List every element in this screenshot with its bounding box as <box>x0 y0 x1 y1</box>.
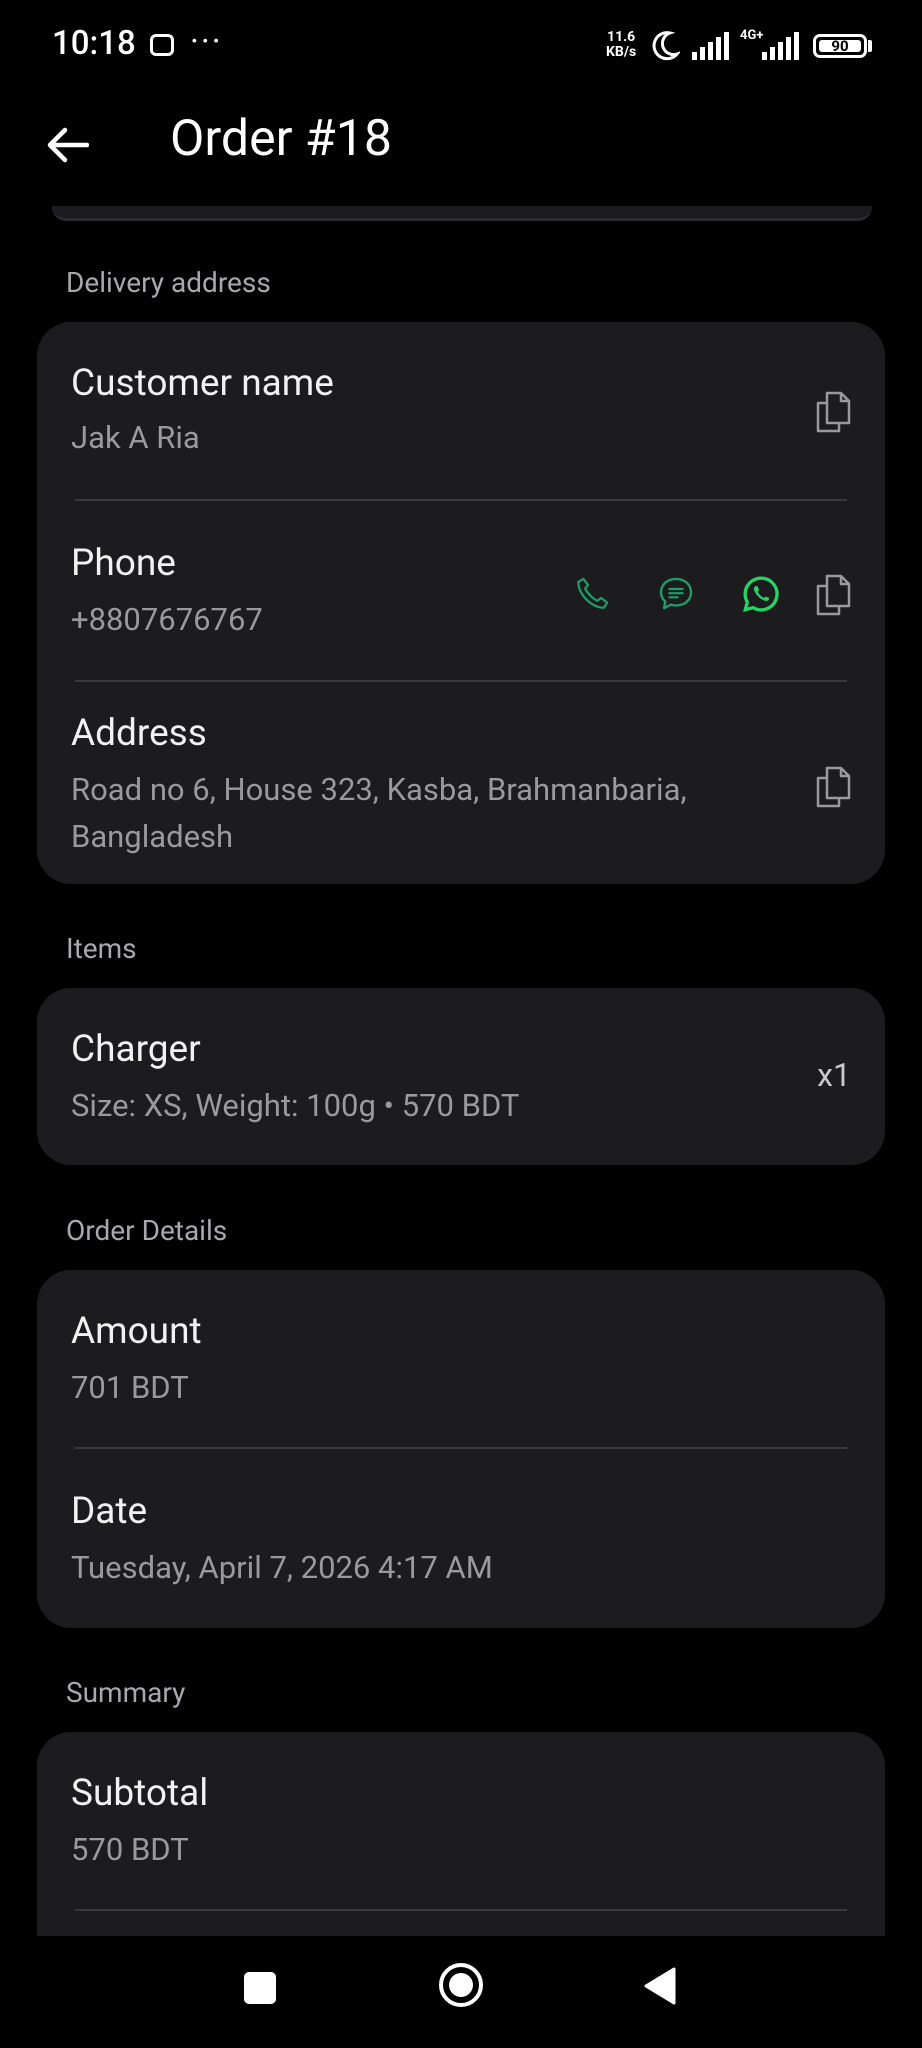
network-speed: 11.6 KB/s <box>606 30 636 60</box>
network-speed-unit: KB/s <box>606 44 637 60</box>
sms-button[interactable] <box>648 566 704 622</box>
item-name: Charger <box>71 1028 201 1071</box>
customer-name-value: Jak A Ria <box>71 419 200 456</box>
date-label: Date <box>71 1490 148 1533</box>
arrow-left-icon <box>47 127 89 163</box>
copy-icon <box>816 766 851 808</box>
back-button[interactable] <box>36 114 98 176</box>
order-details-card: Amount 701 BDT Date Tuesday, April 7, 20… <box>37 1270 885 1628</box>
copy-icon <box>816 574 851 616</box>
whatsapp-button[interactable] <box>733 566 789 622</box>
battery-tip <box>868 40 872 52</box>
signal-strength-icon <box>692 32 729 60</box>
address-label: Address <box>71 712 207 755</box>
more-notifications-icon: ··· <box>190 22 223 62</box>
customer-name-label: Customer name <box>71 362 334 405</box>
do-not-disturb-moon-icon <box>652 31 680 61</box>
item-details: Size: XS, Weight: 100g • 570 BDT <box>71 1087 520 1124</box>
page-title: Order #18 <box>170 110 392 168</box>
recent-apps-button[interactable] <box>230 1958 290 2018</box>
phone-icon <box>577 577 609 609</box>
battery-icon: 90 <box>813 34 867 58</box>
phone-value: +8807676767 <box>71 601 263 638</box>
back-nav-button[interactable] <box>630 1956 690 2016</box>
copy-address-button[interactable] <box>811 758 855 814</box>
amount-label: Amount <box>71 1310 202 1353</box>
network-type: 4G+ <box>740 28 764 43</box>
items-card: Charger Size: XS, Weight: 100g • 570 BDT… <box>37 988 885 1165</box>
divider <box>75 499 847 501</box>
signal-strength-2-icon <box>762 32 799 60</box>
subtotal-value: 570 BDT <box>71 1831 189 1868</box>
phone-label: Phone <box>71 542 176 585</box>
message-notification-icon <box>150 34 174 56</box>
battery-level: 90 <box>819 39 861 54</box>
call-button[interactable] <box>564 566 620 622</box>
system-navigation-bar <box>0 1936 922 2048</box>
order-details-section-label: Order Details <box>66 1214 228 1247</box>
items-section-label: Items <box>66 932 137 965</box>
amount-value: 701 BDT <box>71 1369 189 1406</box>
network-speed-value: 11.6 <box>607 29 636 45</box>
status-time: 10:18 <box>52 24 136 63</box>
divider <box>75 1909 847 1911</box>
divider <box>75 1447 847 1449</box>
delivery-card: Customer name Jak A Ria Phone +880767676… <box>37 322 885 884</box>
previous-card-edge <box>52 206 872 221</box>
item-quantity: x1 <box>817 1056 851 1094</box>
whatsapp-icon <box>743 576 779 612</box>
date-value: Tuesday, April 7, 2026 4:17 AM <box>71 1549 493 1586</box>
triangle-back-icon <box>644 1967 676 2005</box>
summary-section-label: Summary <box>66 1676 186 1709</box>
subtotal-label: Subtotal <box>71 1772 209 1815</box>
address-value: Road no 6, House 323, Kasba, Brahmanbari… <box>71 771 687 855</box>
message-icon <box>659 577 693 610</box>
copy-phone-button[interactable] <box>811 566 855 622</box>
home-button[interactable] <box>430 1954 492 2016</box>
list-item[interactable]: Charger Size: XS, Weight: 100g • 570 BDT… <box>37 988 885 1165</box>
copy-customer-name-button[interactable] <box>811 386 855 436</box>
square-icon <box>244 1972 276 2004</box>
divider <box>75 680 847 682</box>
delivery-section-label: Delivery address <box>66 266 271 299</box>
home-circle-icon <box>439 1963 483 2007</box>
copy-icon <box>816 391 851 433</box>
